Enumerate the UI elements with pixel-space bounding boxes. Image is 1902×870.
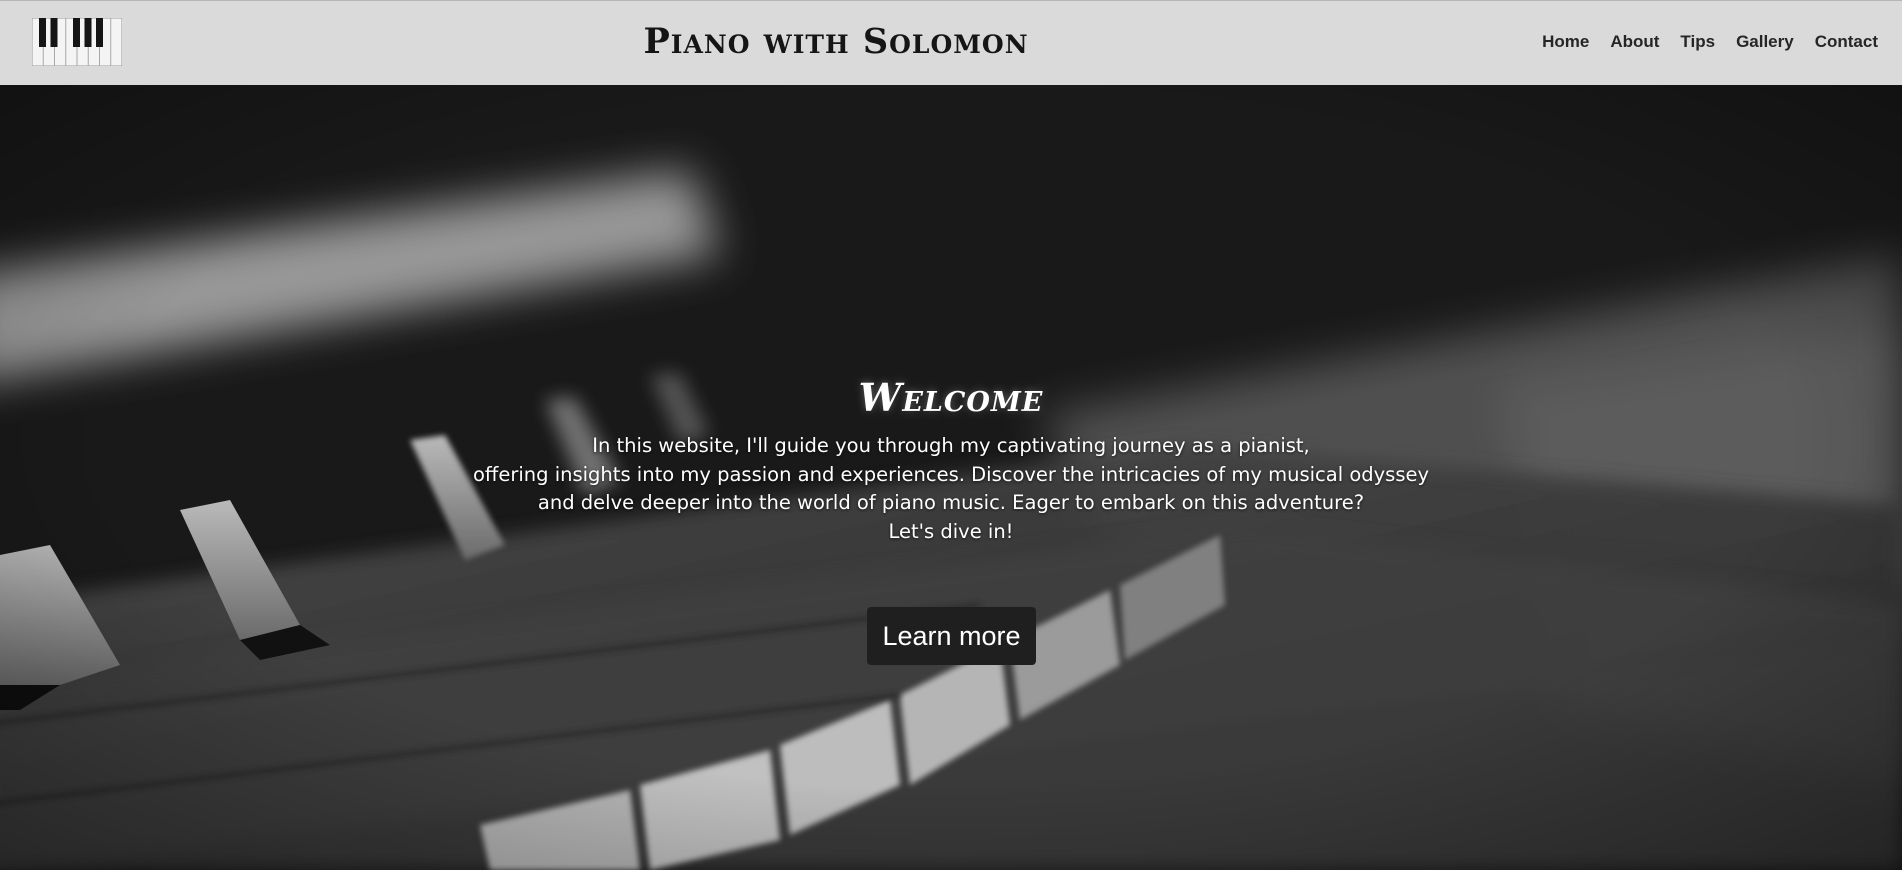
learn-more-button[interactable]: Learn more [867, 607, 1036, 665]
hero-content: Welcome In this website, I'll guide you … [0, 375, 1902, 546]
nav-link-gallery[interactable]: Gallery [1736, 32, 1794, 52]
hero-text-line: offering insights into my passion and ex… [472, 462, 1430, 486]
nav-link-about[interactable]: About [1610, 32, 1659, 52]
main-nav: Home About Tips Gallery Contact [1542, 32, 1878, 52]
hero-heading: Welcome [858, 375, 1044, 420]
site-title: Piano with Solomon [643, 21, 1029, 62]
hero-section: Welcome In this website, I'll guide you … [0, 85, 1902, 870]
nav-link-contact[interactable]: Contact [1815, 32, 1878, 52]
nav-link-home[interactable]: Home [1542, 32, 1589, 52]
hero-text-line: In this website, I'll guide you through … [592, 434, 1310, 457]
hero-text-line: and delve deeper into the world of piano… [537, 491, 1365, 514]
hero-text-line: Let's dive in! [888, 519, 1014, 543]
site-header: Piano with Solomon Home About Tips Galle… [0, 0, 1902, 85]
nav-link-tips[interactable]: Tips [1680, 32, 1715, 52]
hero-description: In this website, I'll guide you through … [0, 432, 1902, 546]
